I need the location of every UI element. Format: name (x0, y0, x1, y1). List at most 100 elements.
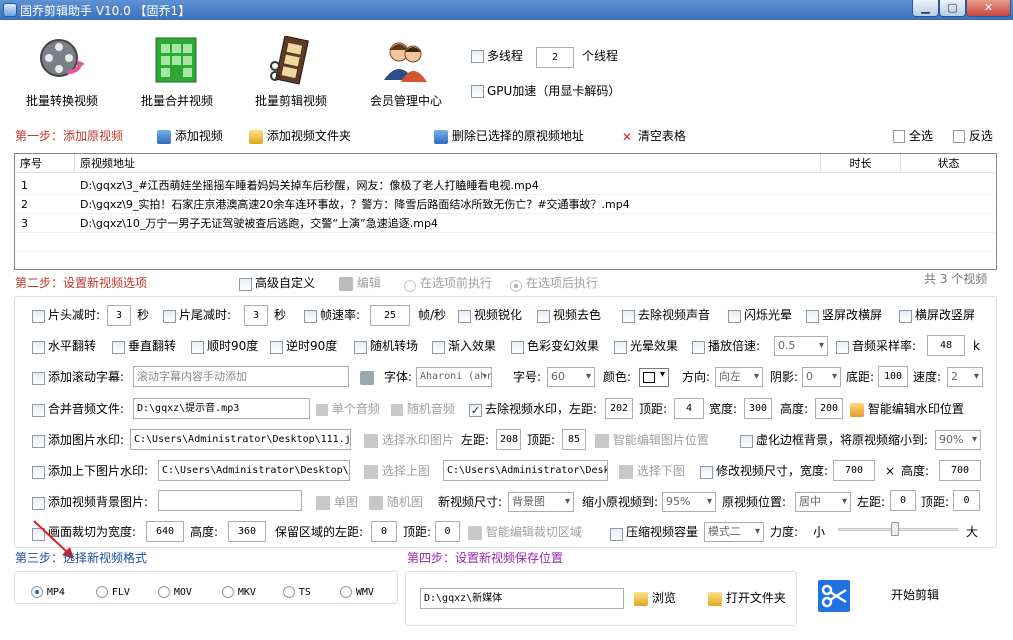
choose-bottom-button[interactable]: 选择下图 (619, 461, 685, 482)
wm-width-input[interactable]: 300 (744, 398, 772, 419)
fps-input[interactable]: 25 (370, 305, 410, 326)
choose-top-button[interactable]: 选择上图 (364, 461, 430, 482)
mute-checkbox[interactable] (622, 310, 635, 323)
halo-checkbox[interactable] (614, 341, 627, 354)
keep-left-input[interactable]: 0 (371, 521, 397, 542)
sharpen-checkbox[interactable] (458, 310, 471, 323)
add-video-button[interactable]: 添加视频 (157, 126, 223, 147)
cw90-checkbox[interactable] (191, 341, 204, 354)
merge-audio-input[interactable]: D:\gqxz\提示音.mp3 (133, 398, 310, 419)
direction-select[interactable]: 向左 (715, 367, 763, 387)
img-left-input[interactable]: 208 (496, 429, 521, 450)
bg-img-input[interactable] (158, 490, 302, 511)
maximize-button[interactable]: ▢ (939, 0, 966, 17)
bottom-input[interactable]: 100 (878, 366, 908, 387)
scroll-checkbox[interactable] (32, 372, 45, 385)
slider-thumb[interactable] (891, 522, 899, 536)
color-picker[interactable]: ▾ (639, 368, 669, 387)
member-center-button[interactable]: 会员管理中心 (356, 32, 456, 127)
crop-width-input[interactable]: 640 (146, 521, 184, 542)
wm-height-input[interactable]: 200 (815, 398, 843, 419)
table-row[interactable]: 1 D:\gqxz\3_#江西萌娃坐摇摇车睡着妈妈关掉车后秒醒，网友：像极了老人… (15, 176, 996, 195)
advanced-checkbox[interactable] (239, 277, 252, 291)
close-button[interactable]: ✕ (966, 0, 1011, 17)
hflip-checkbox[interactable] (32, 341, 45, 354)
batch-edit-button[interactable]: 批量剪辑视频 (241, 32, 341, 127)
merge-audio-checkbox[interactable] (32, 404, 45, 417)
save-path-input[interactable]: D:\gqxz\新媒体 (420, 588, 624, 609)
rand-trans-checkbox[interactable] (354, 341, 367, 354)
color-fx-checkbox[interactable] (511, 341, 524, 354)
format-flv-radio[interactable]: FLV (96, 584, 130, 598)
flash-checkbox[interactable] (728, 310, 741, 323)
gpu-checkbox[interactable] (471, 84, 484, 98)
ud-top-input[interactable]: C:\Users\Administrator\Desktop\i (158, 460, 350, 481)
tail-cut-checkbox[interactable] (163, 310, 176, 323)
invert-selection-button[interactable]: 反选 (953, 126, 993, 147)
random-audio-button[interactable]: 随机音频 (391, 399, 455, 420)
after-radio[interactable] (510, 278, 522, 292)
thread-count-input[interactable]: 2 (536, 47, 574, 68)
clear-table-button[interactable]: ✕ 清空表格 (620, 126, 686, 147)
wm-top-input[interactable]: 4 (674, 398, 704, 419)
text-edit-icon[interactable] (360, 370, 374, 385)
resize-width-input[interactable]: 700 (833, 460, 875, 481)
resize-height-input[interactable]: 700 (939, 460, 981, 481)
fontsize-select[interactable]: 60 (547, 367, 595, 387)
samplerate-checkbox[interactable] (836, 341, 849, 354)
shadow-select[interactable]: 0 (802, 367, 841, 387)
format-mkv-radio[interactable]: MKV (222, 584, 256, 598)
blur-select[interactable]: 90% (935, 430, 981, 450)
samplerate-input[interactable]: 48 (927, 335, 965, 356)
left-input[interactable]: 0 (890, 490, 916, 511)
delete-selected-button[interactable]: 删除已选择的原视频地址 (434, 126, 584, 147)
vflip-checkbox[interactable] (112, 341, 125, 354)
speed-checkbox[interactable] (692, 341, 705, 354)
remove-wm-checkbox[interactable] (469, 404, 482, 417)
head-cut-checkbox[interactable] (32, 310, 45, 323)
img-wm-input[interactable]: C:\Users\Administrator\Desktop\111.j (130, 429, 351, 450)
v2h-checkbox[interactable] (806, 310, 819, 323)
fps-checkbox[interactable] (304, 310, 317, 323)
compress-checkbox[interactable] (610, 528, 623, 541)
format-mov-radio[interactable]: MOV (158, 584, 192, 598)
font-select[interactable]: Aharoni (ahr (416, 367, 492, 387)
crop-height-input[interactable]: 360 (228, 521, 266, 542)
compress-mode-select[interactable]: 模式二 (704, 522, 764, 542)
single-img-button[interactable]: 单图 (316, 492, 358, 513)
before-radio[interactable] (404, 278, 416, 292)
orig-pos-select[interactable]: 居中 (795, 492, 851, 512)
shrink-select[interactable]: 95% (662, 492, 716, 512)
img-top-input[interactable]: 85 (562, 429, 586, 450)
smart-img-button[interactable]: 智能编辑图片位置 (595, 430, 709, 451)
choose-wm-button[interactable]: 选择水印图片 (364, 430, 454, 451)
single-audio-button[interactable]: 单个音频 (316, 399, 380, 420)
new-size-select[interactable]: 背景图 (508, 492, 574, 512)
open-folder-button[interactable]: 打开文件夹 (708, 588, 786, 609)
bg-img-checkbox[interactable] (32, 497, 45, 510)
head-cut-input[interactable]: 3 (107, 305, 131, 326)
speed-select[interactable]: 0.5 (774, 336, 828, 356)
top-input[interactable]: 0 (953, 490, 980, 511)
scroll-text-input[interactable]: 滚动字幕内容手动添加 (133, 366, 349, 387)
video-table[interactable]: 序号 原视频地址 时长 状态 1 D:\gqxz\3_#江西萌娃坐摇摇车睡着妈妈… (14, 153, 997, 270)
fade-in-checkbox[interactable] (432, 341, 445, 354)
select-all-button[interactable]: 全选 (893, 126, 933, 147)
ccw90-checkbox[interactable] (270, 341, 283, 354)
batch-convert-button[interactable]: 批量转换视频 (12, 32, 112, 127)
random-img-button[interactable]: 随机图 (369, 492, 423, 513)
smart-crop-button[interactable]: 智能编辑裁切区域 (468, 522, 582, 543)
smart-wm-button[interactable]: 智能编辑水印位置 (850, 399, 964, 420)
h2v-checkbox[interactable] (899, 310, 912, 323)
add-folder-button[interactable]: 添加视频文件夹 (249, 126, 351, 147)
decolor-checkbox[interactable] (537, 310, 550, 323)
scissors-icon[interactable] (818, 580, 850, 612)
strength-slider[interactable] (838, 522, 958, 536)
wm-left-input[interactable]: 202 (605, 398, 633, 419)
start-edit-button[interactable]: 开始剪辑 (891, 585, 939, 606)
ud-bottom-input[interactable]: C:\Users\Administrator\Desk (443, 460, 608, 481)
minimize-button[interactable]: ▁ (912, 0, 939, 17)
tail-cut-input[interactable]: 3 (244, 305, 268, 326)
blur-bg-checkbox[interactable] (740, 435, 753, 448)
multithread-checkbox[interactable] (471, 49, 484, 63)
